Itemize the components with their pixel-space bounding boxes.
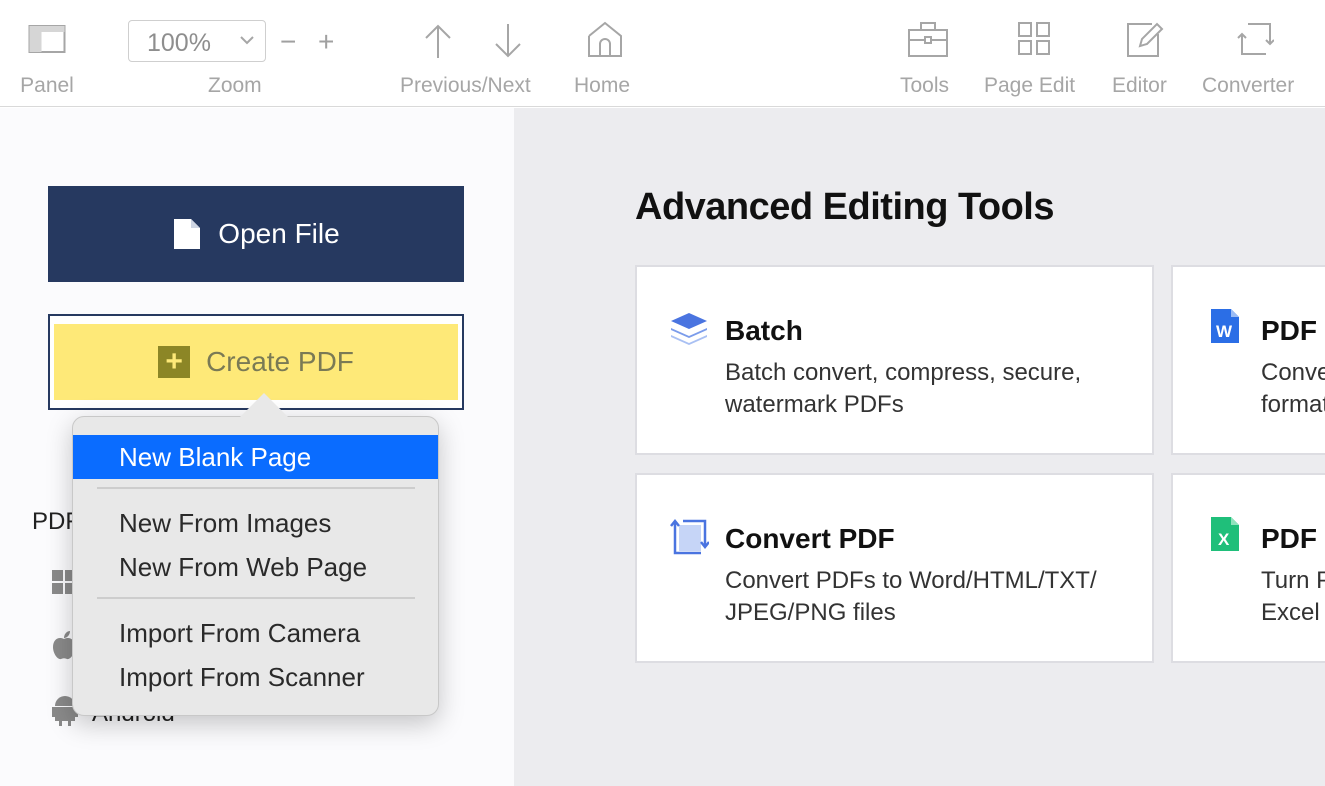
excel-icon: X [1209,515,1241,553]
svg-text:W: W [1216,322,1233,341]
card-title: Batch [725,315,803,346]
converter-icon [1236,20,1274,58]
zoom-select[interactable]: 100% [128,20,266,62]
file-icon [172,217,202,251]
word-icon: W [1209,307,1241,345]
create-pdf-menu: New Blank Page New From Images New From … [72,416,439,716]
editor-button[interactable]: Editor [1112,0,1178,107]
panel-button[interactable]: Panel [16,0,78,107]
menu-item-import-from-camera[interactable]: Import From Camera [73,611,438,655]
card-description: Turn PDF into Excel [1261,567,1325,626]
page-edit-button[interactable]: Page Edit [984,0,1084,107]
card-description: Convert PDF to Word format [1261,359,1325,418]
previous-page-button[interactable] [424,22,452,60]
menu-separator [97,597,415,599]
next-page-button[interactable] [494,22,522,60]
card-title: Convert PDF [725,523,895,554]
zoom-label: Zoom [208,74,262,97]
card-description: Convert PDFs to Word/HTML/TXT/ JPEG/PNG … [725,567,1097,626]
create-pdf-label: Create PDF [206,346,354,377]
tools-button[interactable]: Tools [898,0,958,107]
zoom-value: 100% [147,29,211,57]
open-file-label: Open File [218,218,340,249]
home-icon [587,20,623,58]
page-grid-icon [1017,20,1051,56]
menu-item-new-from-web-page[interactable]: New From Web Page [73,545,438,589]
menu-pointer [240,393,288,417]
card-pdf-to-word[interactable]: W PDF to Word Convert PDF to Word format [1171,265,1325,455]
convert-icon [669,517,709,557]
menu-item-new-from-images[interactable]: New From Images [73,501,438,545]
converter-label: Converter [1202,74,1295,97]
toolbar: Panel 100% − + Zoom Previous/Next Home T… [0,0,1325,107]
edit-pencil-icon [1126,20,1164,58]
zoom-in-button[interactable]: + [318,26,334,58]
zoom-out-button[interactable]: − [280,26,296,58]
card-title: PDF to Word [1261,315,1325,346]
plus-icon: + [158,346,191,378]
section-title: Advanced Editing Tools [635,186,1055,228]
page-edit-label: Page Edit [984,74,1076,97]
chevron-down-icon [239,34,255,46]
open-file-button[interactable]: Open File [48,186,464,282]
card-batch[interactable]: Batch Batch convert, compress, secure, w… [635,265,1154,455]
editor-label: Editor [1112,74,1167,97]
panel-icon [28,20,66,56]
menu-item-new-blank-page[interactable]: New Blank Page [73,435,438,479]
card-convert-pdf[interactable]: Convert PDF Convert PDFs to Word/HTML/TX… [635,473,1154,663]
card-title: PDF to Excel [1261,523,1325,554]
prevnext-label: Previous/Next [400,74,531,97]
card-pdf-to-excel[interactable]: X PDF to Excel Turn PDF into Excel [1171,473,1325,663]
home-button[interactable]: Home [572,0,638,107]
tools-label: Tools [900,74,950,97]
layers-icon [669,309,709,349]
panel-label: Panel [20,74,74,97]
create-pdf-button[interactable]: + Create PDF [54,324,458,400]
menu-item-import-from-scanner[interactable]: Import From Scanner [73,655,438,699]
menu-separator [97,487,415,489]
card-description: Batch convert, compress, secure, waterma… [725,359,1082,418]
toolbox-icon [907,20,949,58]
svg-text:X: X [1218,530,1230,549]
home-label: Home [574,74,631,97]
converter-button[interactable]: Converter [1202,0,1308,107]
